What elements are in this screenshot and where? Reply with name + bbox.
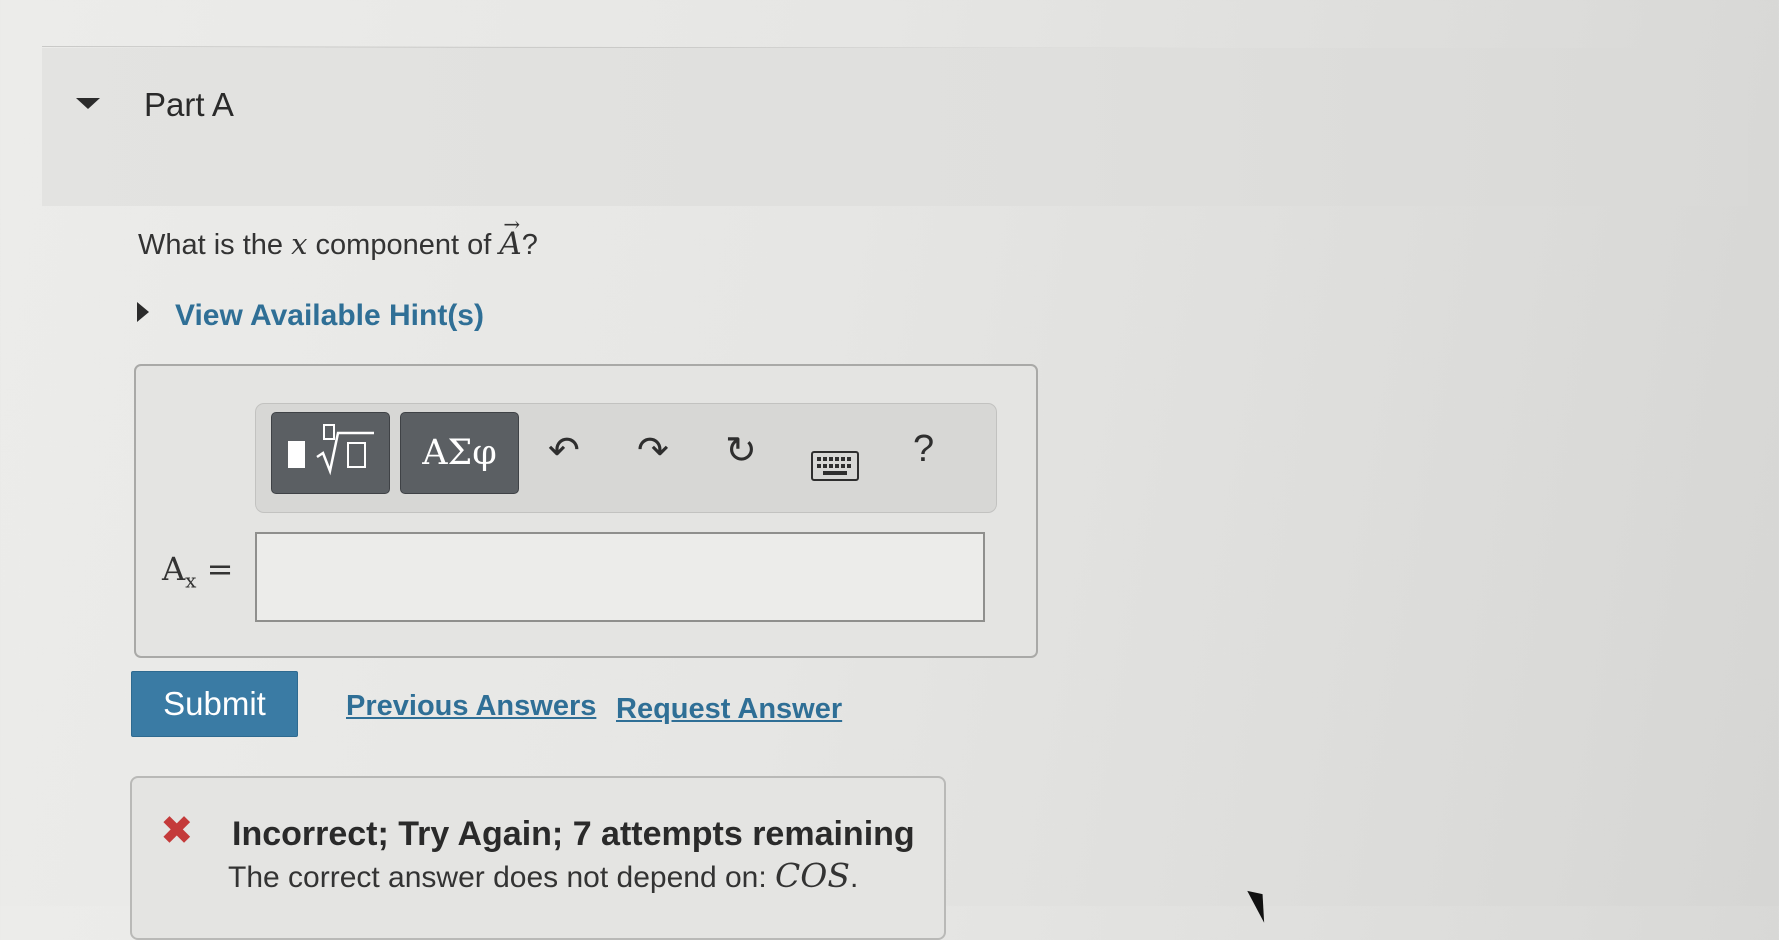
question-variable: x [291,227,308,261]
previous-answers-link[interactable]: Previous Answers [346,690,596,723]
incorrect-x-icon: ✖ [160,808,194,854]
answer-input[interactable] [255,532,985,622]
question-middle: component of [315,229,492,261]
answer-label-sub: x [185,568,197,593]
hint-expand-caret-icon[interactable] [137,302,149,322]
part-header[interactable] [42,48,1748,206]
collapse-caret-icon[interactable] [76,98,100,109]
answer-label-equals: = [206,550,234,588]
view-hints-link[interactable]: View Available Hint(s) [175,299,484,333]
symbols-button[interactable]: ΑΣφ [400,412,519,494]
reset-icon[interactable]: ↻ [725,428,757,472]
question-prefix: What is the [138,229,284,261]
templates-radical-icon [288,424,374,476]
vector-symbol: → A [499,212,521,262]
help-button[interactable]: ? [913,428,934,471]
vector-arrow-icon: → [503,212,521,236]
feedback-title: Incorrect; Try Again; 7 attempts remaini… [232,815,915,853]
submit-button[interactable]: Submit [131,671,298,737]
answer-label: Ax = [162,550,233,592]
mouse-pointer-icon [1247,885,1275,923]
part-title: Part A [144,86,234,123]
answer-label-main: A [162,550,186,588]
feedback-detail: The correct answer does not depend on: C… [228,856,858,895]
feedback-detail-term: COS [775,856,850,895]
feedback-detail-suffix: . [849,861,859,894]
templates-button[interactable] [271,412,390,494]
question-suffix: ? [521,229,538,261]
feedback-detail-prefix: The correct answer does not depend on: [228,861,767,894]
undo-icon[interactable]: ↶ [548,428,580,472]
redo-icon[interactable]: ↷ [637,428,669,472]
request-answer-link[interactable]: Request Answer [616,693,842,726]
question-text: What is the x component of → A? [138,212,538,262]
keyboard-icon[interactable] [811,446,859,490]
